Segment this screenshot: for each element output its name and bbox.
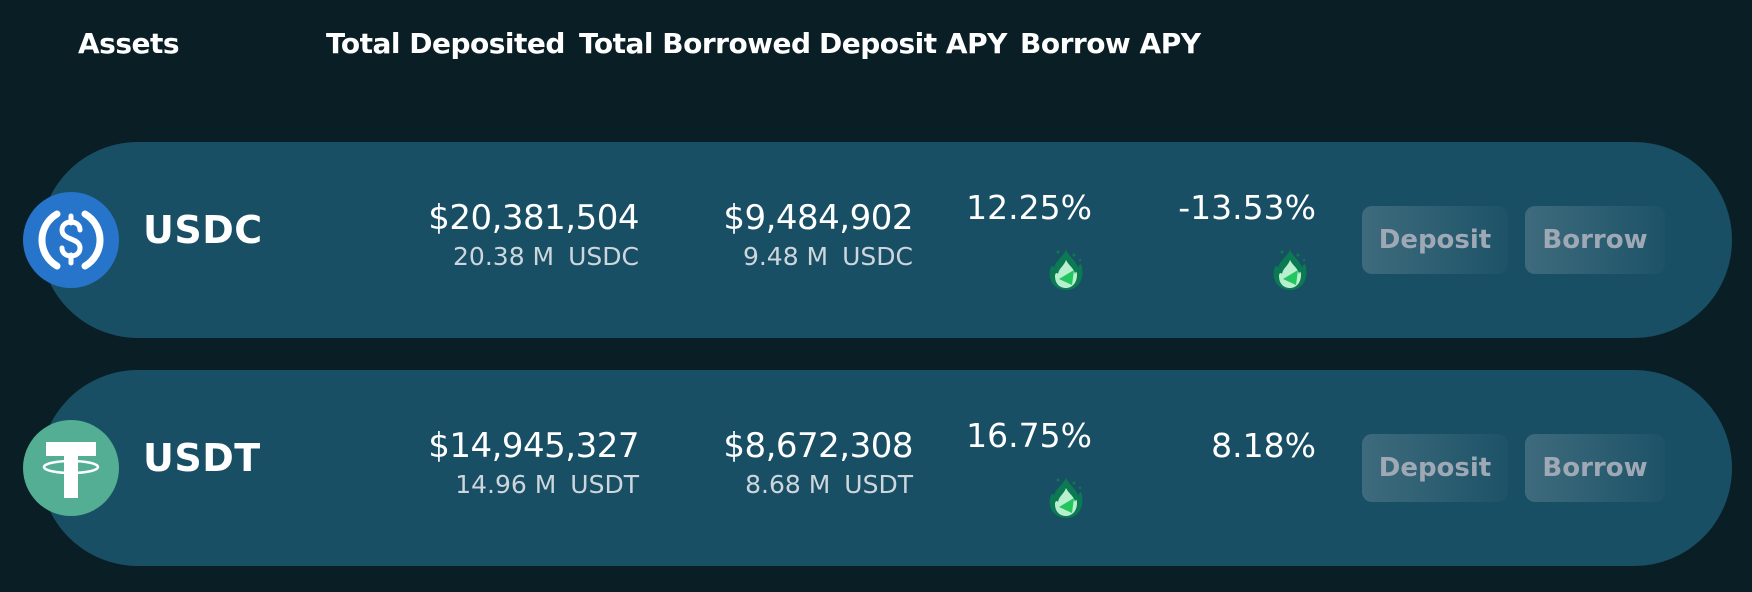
- deposited-unit: USDT: [570, 470, 639, 499]
- deposit-apy: 12.25%: [966, 188, 1092, 227]
- total-borrowed-cell: $8,672,308 8.68 M USDT: [723, 426, 913, 499]
- total-deposited-cell: $14,945,327 14.96 M USDT: [428, 426, 639, 499]
- header-total-deposited: Total Deposited: [326, 27, 565, 60]
- usdt-logo-icon: [23, 420, 119, 516]
- deposited-unit: USDC: [568, 242, 639, 271]
- deposited-usd: $14,945,327: [428, 426, 639, 466]
- boost-flame-icon: [1273, 250, 1307, 290]
- deposit-button[interactable]: Deposit: [1362, 434, 1508, 502]
- total-borrowed-cell: $9,484,902 9.48 M USDC: [723, 198, 913, 271]
- borrow-apy: -13.53%: [1178, 188, 1316, 227]
- table-header: Assets Total Deposited Total Borrowed De…: [0, 0, 1752, 100]
- borrow-button[interactable]: Borrow: [1525, 434, 1665, 502]
- boost-flame-icon: [1049, 478, 1083, 518]
- borrowed-amount: 9.48 M: [742, 242, 829, 271]
- deposited-amount: 14.96 M: [455, 470, 557, 499]
- borrowed-usd: $8,672,308: [723, 426, 913, 466]
- borrow-apy: 8.18%: [1211, 426, 1316, 465]
- usdc-logo-icon: [23, 192, 119, 288]
- boost-flame-icon: [1049, 250, 1083, 290]
- asset-row-usdc: USDC $20,381,504 20.38 M USDC $9,484,902 …: [23, 142, 1732, 338]
- asset-row-usdt: USDT $14,945,327 14.96 M USDT $8,672,308 …: [23, 370, 1732, 566]
- borrowed-unit: USDT: [844, 470, 913, 499]
- total-deposited-cell: $20,381,504 20.38 M USDC: [428, 198, 639, 271]
- header-deposit-apy: Deposit APY: [819, 27, 1007, 60]
- header-assets: Assets: [78, 27, 180, 60]
- deposited-usd: $20,381,504: [428, 198, 639, 238]
- borrow-button[interactable]: Borrow: [1525, 206, 1665, 274]
- asset-symbol: USDC: [143, 208, 263, 252]
- borrowed-usd: $9,484,902: [723, 198, 913, 238]
- header-borrow-apy: Borrow APY: [1020, 27, 1201, 60]
- header-total-borrowed: Total Borrowed: [579, 27, 811, 60]
- asset-symbol: USDT: [143, 436, 261, 480]
- borrowed-unit: USDC: [842, 242, 913, 271]
- deposit-button[interactable]: Deposit: [1362, 206, 1508, 274]
- deposit-apy: 16.75%: [966, 416, 1092, 455]
- borrowed-amount: 8.68 M: [745, 470, 831, 499]
- deposited-amount: 20.38 M: [453, 242, 555, 271]
